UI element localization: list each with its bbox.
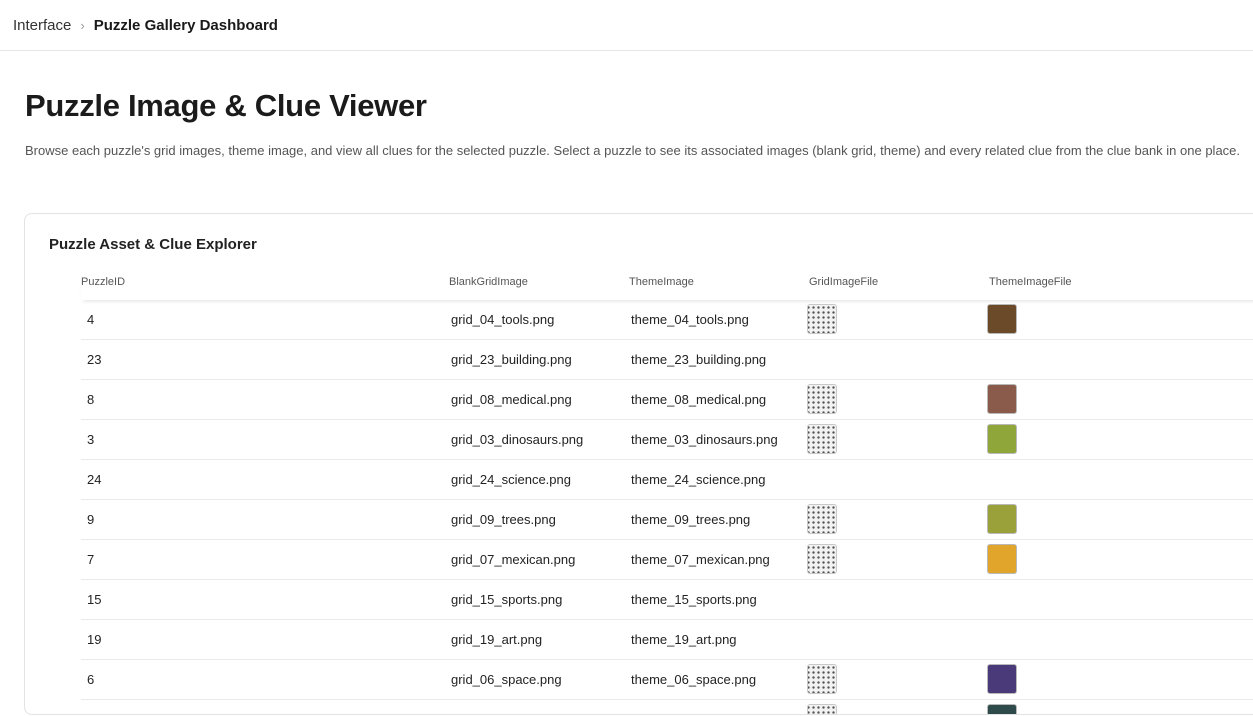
grid-thumbnail-image [807,704,837,714]
cell-puzzle-id: 3 [87,432,95,447]
table-row[interactable]: 23 grid_23_building.png theme_23_building.… [81,340,1253,380]
cell-theme-image: theme_06_space.png [631,672,757,687]
puzzle-explorer-card: Puzzle Asset & Clue Explorer PuzzleID Bl… [24,213,1253,715]
table-row[interactable]: 3 grid_03_dinosaurs.png theme_03_dinosaurs… [81,420,1253,460]
page-title: Puzzle Image & Clue Viewer [25,88,427,123]
column-header-blankgridimage[interactable]: BlankGridImage [449,276,528,288]
grid-thumbnail-image [807,504,837,534]
cell-theme-image: theme_03_dinosaurs.png [631,432,778,447]
chevron-right-icon: › [80,17,85,33]
card-title: Puzzle Asset & Clue Explorer [49,236,257,253]
page-header: Puzzle Image & Clue Viewer Browse each p… [25,88,1241,158]
grid-thumbnail-image [807,424,837,454]
cell-blank-grid-image: grid_07_mexican.png [451,552,576,567]
table-row[interactable]: 9 grid_09_trees.png theme_09_trees.png [81,500,1253,540]
cell-puzzle-id: 8 [87,392,95,407]
grid-thumbnail-image [807,304,837,334]
cell-theme-image: theme_04_tools.png [631,312,749,327]
grid-image-thumbnail[interactable] [807,420,837,459]
theme-image-thumbnail[interactable] [987,660,1017,699]
theme-thumbnail-image [987,544,1017,574]
page-description: Browse each puzzle's grid images, theme … [25,143,1241,158]
grid-image-thumbnail[interactable] [807,380,837,419]
cell-puzzle-id: 10 [87,700,101,714]
table-row[interactable]: 15 grid_15_sports.png theme_15_sports.png [81,580,1253,620]
grid-image-thumbnail[interactable] [807,540,837,579]
cell-puzzle-id: 15 [87,592,102,607]
cell-blank-grid-image: grid_03_dinosaurs.png [451,432,584,447]
cell-puzzle-id: 19 [87,632,102,647]
theme-thumbnail-image [987,704,1017,714]
table-row[interactable]: 10 grid_10_computers.png theme_10_computer… [81,700,1253,714]
column-header-themeimagefile[interactable]: ThemeImageFile [989,276,1072,288]
cell-blank-grid-image: grid_09_trees.png [451,512,556,527]
grid-thumbnail-image [807,384,837,414]
theme-image-thumbnail[interactable] [987,420,1017,459]
grid-thumbnail-image [807,664,837,694]
table-row[interactable]: 19 grid_19_art.png theme_19_art.png [81,620,1253,660]
table-row[interactable]: 6 grid_06_space.png theme_06_space.png [81,660,1253,700]
theme-thumbnail-image [987,384,1017,414]
cell-blank-grid-image: grid_24_science.png [451,472,571,487]
cell-blank-grid-image: grid_15_sports.png [451,592,563,607]
theme-thumbnail-image [987,424,1017,454]
cell-blank-grid-image: grid_10_computers.png [451,700,588,714]
cell-blank-grid-image: grid_23_building.png [451,352,572,367]
theme-thumbnail-image [987,304,1017,334]
cell-puzzle-id: 6 [87,672,95,687]
table-body: 4 grid_04_tools.png theme_04_tools.png 23 gr… [81,300,1253,714]
cell-blank-grid-image: grid_04_tools.png [451,312,555,327]
table-header: PuzzleID BlankGridImage ThemeImage GridI… [81,276,1253,300]
grid-image-thumbnail[interactable] [807,700,837,714]
table-row[interactable]: 8 grid_08_medical.png theme_08_medical.png [81,380,1253,420]
theme-image-thumbnail[interactable] [987,300,1017,339]
theme-image-thumbnail[interactable] [987,700,1017,714]
column-header-puzzleid[interactable]: PuzzleID [81,276,125,288]
grid-image-thumbnail[interactable] [807,300,837,339]
cell-theme-image: theme_24_science.png [631,472,766,487]
table-row[interactable]: 7 grid_07_mexican.png theme_07_mexican.png [81,540,1253,580]
grid-image-thumbnail[interactable] [807,500,837,539]
cell-blank-grid-image: grid_08_medical.png [451,392,572,407]
breadcrumb-current: Puzzle Gallery Dashboard [93,16,278,34]
table-row[interactable]: 24 grid_24_science.png theme_24_science.pn… [81,460,1253,500]
cell-puzzle-id: 4 [87,312,95,327]
cell-theme-image: theme_15_sports.png [631,592,757,607]
cell-puzzle-id: 24 [87,472,102,487]
grid-thumbnail-image [807,544,837,574]
table-row[interactable]: 4 grid_04_tools.png theme_04_tools.png [81,300,1253,340]
cell-theme-image: theme_07_mexican.png [631,552,770,567]
theme-image-thumbnail[interactable] [987,500,1017,539]
theme-image-thumbnail[interactable] [987,540,1017,579]
cell-puzzle-id: 23 [87,352,102,367]
breadcrumb-root[interactable]: Interface [13,17,71,34]
cell-theme-image: theme_08_medical.png [631,392,767,407]
cell-blank-grid-image: grid_19_art.png [451,632,543,647]
theme-thumbnail-image [987,504,1017,534]
theme-image-thumbnail[interactable] [987,380,1017,419]
top-bar: Interface › Puzzle Gallery Dashboard [0,0,1253,51]
cell-blank-grid-image: grid_06_space.png [451,672,562,687]
cell-theme-image: theme_09_trees.png [631,512,751,527]
cell-theme-image: theme_19_art.png [631,632,737,647]
cell-theme-image: theme_10_computers.png [631,700,782,714]
column-header-themeimage[interactable]: ThemeImage [629,276,694,288]
column-header-gridimagefile[interactable]: GridImageFile [809,276,878,288]
cell-theme-image: theme_23_building.png [631,352,767,367]
theme-thumbnail-image [987,664,1017,694]
grid-image-thumbnail[interactable] [807,660,837,699]
cell-puzzle-id: 9 [87,512,95,527]
cell-puzzle-id: 7 [87,552,95,567]
